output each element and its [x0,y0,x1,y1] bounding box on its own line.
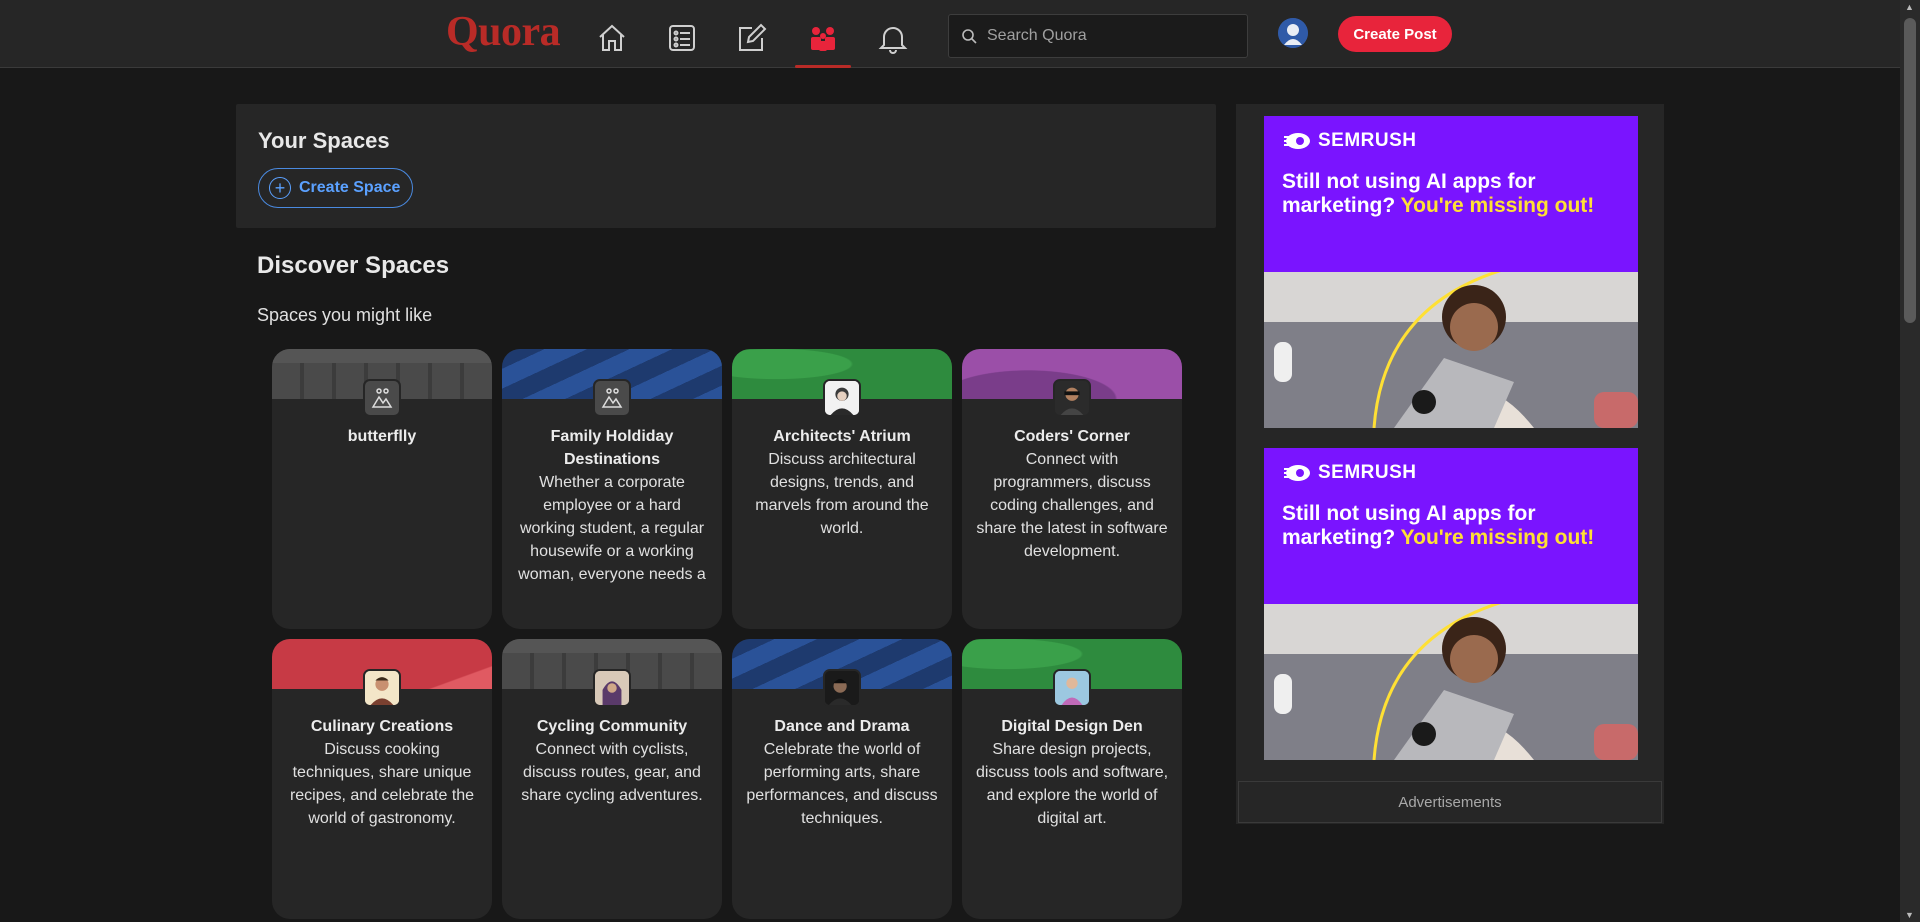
spaces-icon[interactable] [795,14,851,68]
scroll-down-arrow-icon[interactable]: ▼ [1905,910,1914,920]
space-avatar-icon [593,669,631,707]
user-avatar[interactable] [1278,18,1308,48]
create-space-button[interactable]: + Create Space [258,168,414,208]
ad-photo [1264,260,1638,428]
search-icon [962,29,977,44]
spaces-grid: butterflly Family Holdiday Destinations … [272,349,1184,919]
ad-photo [1264,592,1638,760]
space-card[interactable]: Cycling Community Connect with cyclists,… [502,639,722,919]
your-spaces-title: Your Spaces [258,128,390,153]
space-card[interactable]: Architects' Atrium Discuss architectural… [732,349,952,629]
space-title: Dance and Drama [774,718,910,735]
scrollbar-thumb[interactable] [1904,18,1916,323]
space-title: Cycling Community [536,718,688,735]
page-scrollbar[interactable]: ▲ ▼ [1900,0,1920,922]
create-space-label: Create Space [299,179,401,196]
ad-highlight: You're missing out! [1400,526,1595,549]
space-description: Discuss cooking techniques, share unique… [289,741,475,827]
semrush-logo-icon [1284,133,1310,149]
create-post-button[interactable]: Create Post [1338,16,1452,52]
quora-logo[interactable]: Quora [446,8,561,56]
advertisement-panel: SEMRUSH Still not using AI apps for mark… [1236,104,1664,824]
plus-circle-icon: + [269,177,291,199]
space-title: Digital Design Den [1001,718,1143,735]
space-title: Architects' Atrium [773,428,911,445]
space-description: Share design projects, discuss tools and… [975,741,1169,827]
space-description: Connect with cyclists, discuss routes, g… [521,741,703,804]
top-navigation-bar: Quora Create Post [0,0,1900,68]
space-card[interactable]: Digital Design Den Share design projects… [962,639,1182,919]
discover-spaces-title: Discover Spaces [257,252,450,279]
space-card[interactable]: Dance and Drama Celebrate the world of p… [732,639,952,919]
ad-brand-name: SEMRUSH [1318,130,1417,151]
space-description: Whether a corporate employee or a hard w… [518,474,706,583]
advertisements-label: Advertisements [1238,781,1662,823]
answer-icon[interactable] [724,14,780,62]
semrush-logo-icon [1284,465,1310,481]
default-space-icon [363,379,401,417]
space-title: Family Holdiday Destinations [550,428,674,468]
search-box[interactable] [948,14,1248,58]
default-space-icon [593,379,631,417]
space-title: Culinary Creations [310,718,454,735]
space-avatar-icon [1053,379,1091,417]
your-spaces-section: Your Spaces + Create Space [236,104,1216,228]
ad-highlight: You're missing out! [1400,194,1595,217]
space-avatar-icon [363,669,401,707]
notifications-icon[interactable] [865,14,921,62]
space-title: butterflly [347,428,417,445]
space-description: Connect with programmers, discuss coding… [976,451,1168,560]
following-icon[interactable] [654,14,710,62]
scroll-up-arrow-icon[interactable]: ▲ [1905,2,1914,12]
discover-spaces-subtitle: Spaces you might like [257,305,433,325]
space-title: Coders' Corner [1014,428,1130,445]
space-card[interactable]: Family Holdiday Destinations Whether a c… [502,349,722,629]
space-avatar-icon [1053,669,1091,707]
ad-banner[interactable]: SEMRUSH Still not using AI apps for mark… [1264,448,1638,760]
space-description: Celebrate the world of performing arts, … [746,741,938,827]
search-input[interactable] [987,27,1227,45]
space-card[interactable]: Coders' Corner Connect with programmers,… [962,349,1182,629]
space-avatar-icon [823,379,861,417]
ad-banner[interactable]: SEMRUSH Still not using AI apps for mark… [1264,116,1638,428]
space-card[interactable]: Culinary Creations Discuss cooking techn… [272,639,492,919]
home-icon[interactable] [584,14,640,62]
space-description: Discuss architectural designs, trends, a… [755,451,929,537]
space-card[interactable]: butterflly [272,349,492,629]
space-avatar-icon [823,669,861,707]
ad-brand-name: SEMRUSH [1318,462,1417,483]
